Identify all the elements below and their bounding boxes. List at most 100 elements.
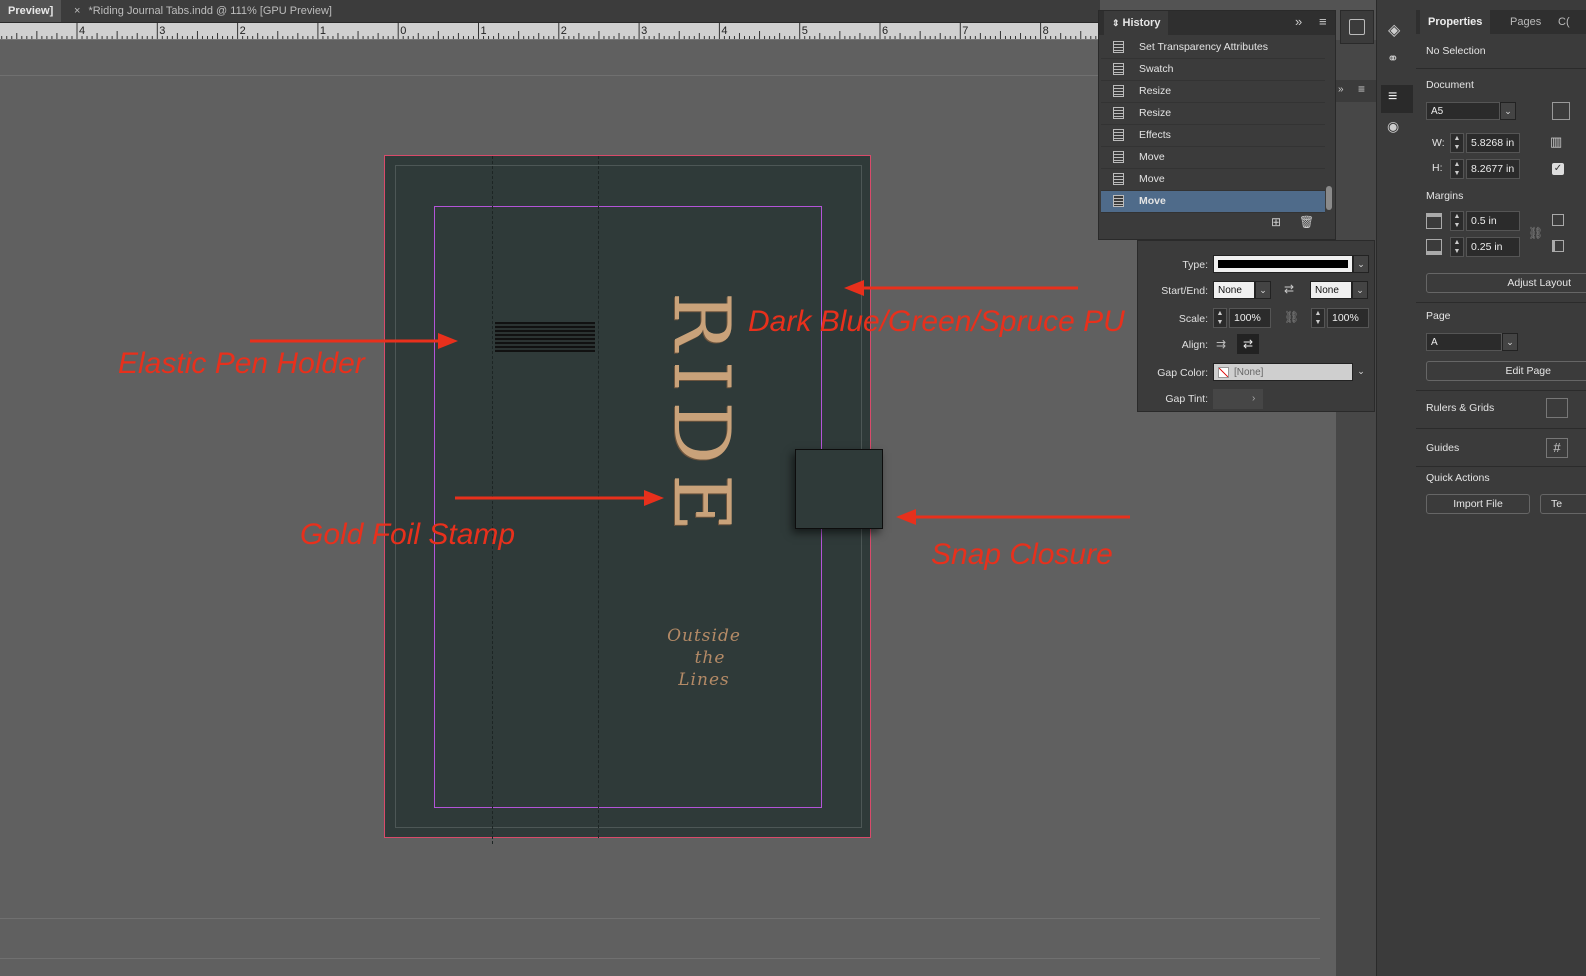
history-item[interactable]: Resize xyxy=(1101,103,1325,125)
chevron-down-icon[interactable]: ⌄ xyxy=(1353,363,1369,381)
stroke-panel-button[interactable]: ≡ xyxy=(1381,85,1413,113)
guides-icon[interactable]: # xyxy=(1546,438,1568,458)
stroke-type-dropdown[interactable] xyxy=(1213,255,1353,273)
history-title: History xyxy=(1122,17,1161,29)
divider xyxy=(1416,68,1586,69)
panel-icon-column: ◈ ⚭ ≡ ◉ xyxy=(1376,0,1418,976)
page-heading: Page xyxy=(1426,310,1451,322)
history-item[interactable]: Swatch xyxy=(1101,59,1325,81)
quick-actions-heading: Quick Actions xyxy=(1426,472,1490,484)
tab-pages[interactable]: Pages xyxy=(1502,10,1549,34)
tab-properties[interactable]: Properties xyxy=(1420,10,1491,34)
arrow-material xyxy=(844,280,1078,296)
margin-bottom-field[interactable]: 0.25 in xyxy=(1466,237,1520,257)
document-preset-dropdown[interactable]: A5 xyxy=(1426,102,1500,120)
history-item[interactable]: Effects xyxy=(1101,125,1325,147)
margin-bottom-icon xyxy=(1426,239,1442,255)
stepper-icon[interactable]: ▲ ▼ xyxy=(1450,159,1464,179)
chevron-down-icon[interactable]: ⌄ xyxy=(1352,281,1368,299)
none-swatch-icon xyxy=(1218,367,1229,378)
align-label: Align: xyxy=(1181,339,1208,351)
swap-icon[interactable]: ⇄ xyxy=(1284,282,1294,296)
document-icon xyxy=(1113,173,1124,185)
panel-menu-icon[interactable]: ≡ xyxy=(1319,14,1327,29)
scale-start-field[interactable]: 100% xyxy=(1229,308,1271,328)
gap-tint-field[interactable]: › xyxy=(1213,389,1263,409)
history-panel: ⇕ History » ≡ Set Transparency Attributes… xyxy=(1098,10,1336,240)
history-item[interactable]: Resize xyxy=(1101,81,1325,103)
trash-icon[interactable]: 🗑 xyxy=(1299,215,1314,229)
document-icon xyxy=(1113,151,1124,163)
history-item-selected[interactable]: Move xyxy=(1101,191,1325,213)
guides-heading: Guides xyxy=(1426,442,1460,454)
expand-icon[interactable]: » xyxy=(1295,14,1302,29)
link-icon[interactable]: ⛓ xyxy=(1284,310,1299,324)
stepper-icon[interactable]: ▲ ▼ xyxy=(1450,237,1464,257)
scale-end-field[interactable]: 100% xyxy=(1327,308,1369,328)
menu-icon[interactable]: ≡ xyxy=(1358,82,1365,96)
align-center-icon[interactable]: ⇄ xyxy=(1237,334,1259,354)
annotation-pen-holder: Elastic Pen Holder xyxy=(118,347,365,380)
color-icon[interactable]: ◉ xyxy=(1387,118,1399,135)
import-file-button[interactable]: Import File xyxy=(1426,494,1530,514)
chevron-right-icon[interactable]: › xyxy=(1252,390,1255,408)
expand-icon[interactable]: » xyxy=(1338,84,1344,95)
align-extend-icon[interactable]: ⇉ xyxy=(1216,337,1226,351)
width-label: W: xyxy=(1432,137,1445,149)
history-item[interactable]: Move xyxy=(1101,169,1325,191)
selection-status: No Selection xyxy=(1426,45,1486,57)
stepper-icon[interactable]: ▲ ▼ xyxy=(1213,308,1227,328)
document-icon xyxy=(1113,195,1124,207)
properties-panel: Properties Pages C( No Selection Documen… xyxy=(1416,0,1586,976)
divider xyxy=(1416,428,1586,429)
start-end-label: Start/End: xyxy=(1161,285,1208,297)
new-document-icon[interactable]: ⊞ xyxy=(1271,215,1281,229)
links-icon[interactable]: ⚭ xyxy=(1387,50,1399,67)
document-icon xyxy=(1113,85,1124,97)
chevron-down-icon[interactable]: ⌄ xyxy=(1500,102,1516,120)
type-label: Type: xyxy=(1182,259,1208,271)
facing-pages-icon[interactable]: ▥ xyxy=(1550,134,1562,150)
chevron-down-icon[interactable]: ⌄ xyxy=(1502,333,1518,351)
edit-page-button[interactable]: Edit Page xyxy=(1426,361,1586,381)
start-dropdown[interactable]: None xyxy=(1213,281,1255,299)
annotation-gold-foil: Gold Foil Stamp xyxy=(300,518,516,551)
portrait-orientation-icon[interactable] xyxy=(1552,102,1570,120)
history-item[interactable]: Move xyxy=(1101,147,1325,169)
divider xyxy=(1416,466,1586,467)
end-dropdown[interactable]: None xyxy=(1310,281,1352,299)
margin-top-icon xyxy=(1426,213,1442,229)
layers-icon[interactable]: ◈ xyxy=(1388,20,1400,40)
history-icon xyxy=(1349,19,1365,35)
history-tab[interactable]: ⇕ History xyxy=(1104,11,1169,35)
history-panel-icon-button[interactable] xyxy=(1340,10,1374,44)
stepper-icon[interactable]: ▲ ▼ xyxy=(1450,211,1464,231)
divider xyxy=(1416,302,1586,303)
gap-color-dropdown[interactable]: [None] xyxy=(1213,363,1353,381)
width-field[interactable]: 5.8268 in xyxy=(1466,133,1520,153)
checkbox-icon[interactable]: ✓ xyxy=(1552,163,1564,175)
chevron-down-icon[interactable]: ⌄ xyxy=(1353,255,1369,273)
margin-right-icon xyxy=(1552,240,1564,252)
history-scrollbar[interactable] xyxy=(1326,186,1332,210)
ruler-icon[interactable] xyxy=(1546,398,1568,418)
adjust-layout-button[interactable]: Adjust Layout xyxy=(1426,273,1586,293)
gap-tint-label: Gap Tint: xyxy=(1165,393,1208,405)
tab-cc[interactable]: C( xyxy=(1550,10,1578,34)
history-item[interactable]: Set Transparency Attributes xyxy=(1101,37,1325,59)
stepper-icon[interactable]: ▲ ▼ xyxy=(1450,133,1464,153)
te-button[interactable]: Te xyxy=(1540,494,1586,514)
document-icon xyxy=(1113,41,1124,53)
page-dropdown[interactable]: A xyxy=(1426,333,1502,351)
document-icon xyxy=(1113,107,1124,119)
chevron-down-icon[interactable]: ⌄ xyxy=(1255,281,1271,299)
arrow-snap xyxy=(896,509,1130,525)
stepper-icon[interactable]: ▲ ▼ xyxy=(1311,308,1325,328)
link-margins-icon[interactable]: ⛓ xyxy=(1528,226,1543,240)
history-panel-header: ⇕ History » ≡ xyxy=(1099,11,1335,35)
margins-heading: Margins xyxy=(1426,190,1464,202)
margin-top-field[interactable]: 0.5 in xyxy=(1466,211,1520,231)
divider xyxy=(1416,390,1586,391)
height-field[interactable]: 8.2677 in xyxy=(1466,159,1520,179)
collapsed-panel-dock: » ≡ xyxy=(1336,40,1376,976)
